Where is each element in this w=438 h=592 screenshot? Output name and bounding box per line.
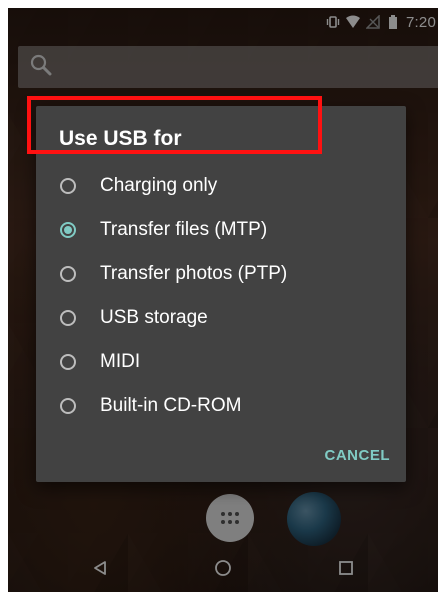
radio-button[interactable] — [60, 354, 76, 370]
option-label: Built-in CD-ROM — [100, 395, 242, 416]
radio-button[interactable] — [60, 310, 76, 326]
option-usb-storage[interactable]: USB storage — [36, 296, 406, 340]
usb-mode-dialog: Use USB for Charging only Transfer files… — [36, 106, 406, 482]
option-label: Charging only — [100, 175, 218, 196]
radio-button[interactable] — [60, 398, 76, 414]
radio-button-selected[interactable] — [60, 222, 76, 238]
dialog-title: Use USB for — [59, 127, 182, 150]
option-label: MIDI — [100, 351, 141, 372]
option-label: USB storage — [100, 307, 208, 328]
cancel-button[interactable]: CANCEL — [315, 439, 401, 472]
option-transfer-files-mtp[interactable]: Transfer files (MTP) — [36, 208, 406, 252]
usb-options-list: Charging only Transfer files (MTP) Trans… — [36, 164, 406, 428]
option-charging-only[interactable]: Charging only — [36, 164, 406, 208]
phone-screen: 7:20 Use USB for Charging only Transfer … — [8, 8, 438, 592]
radio-button[interactable] — [60, 178, 76, 194]
option-transfer-photos-ptp[interactable]: Transfer photos (PTP) — [36, 252, 406, 296]
option-label: Transfer files (MTP) — [100, 219, 268, 240]
option-label: Transfer photos (PTP) — [100, 263, 288, 284]
option-midi[interactable]: MIDI — [36, 340, 406, 384]
option-built-in-cd-rom[interactable]: Built-in CD-ROM — [36, 384, 406, 428]
radio-button[interactable] — [60, 266, 76, 282]
